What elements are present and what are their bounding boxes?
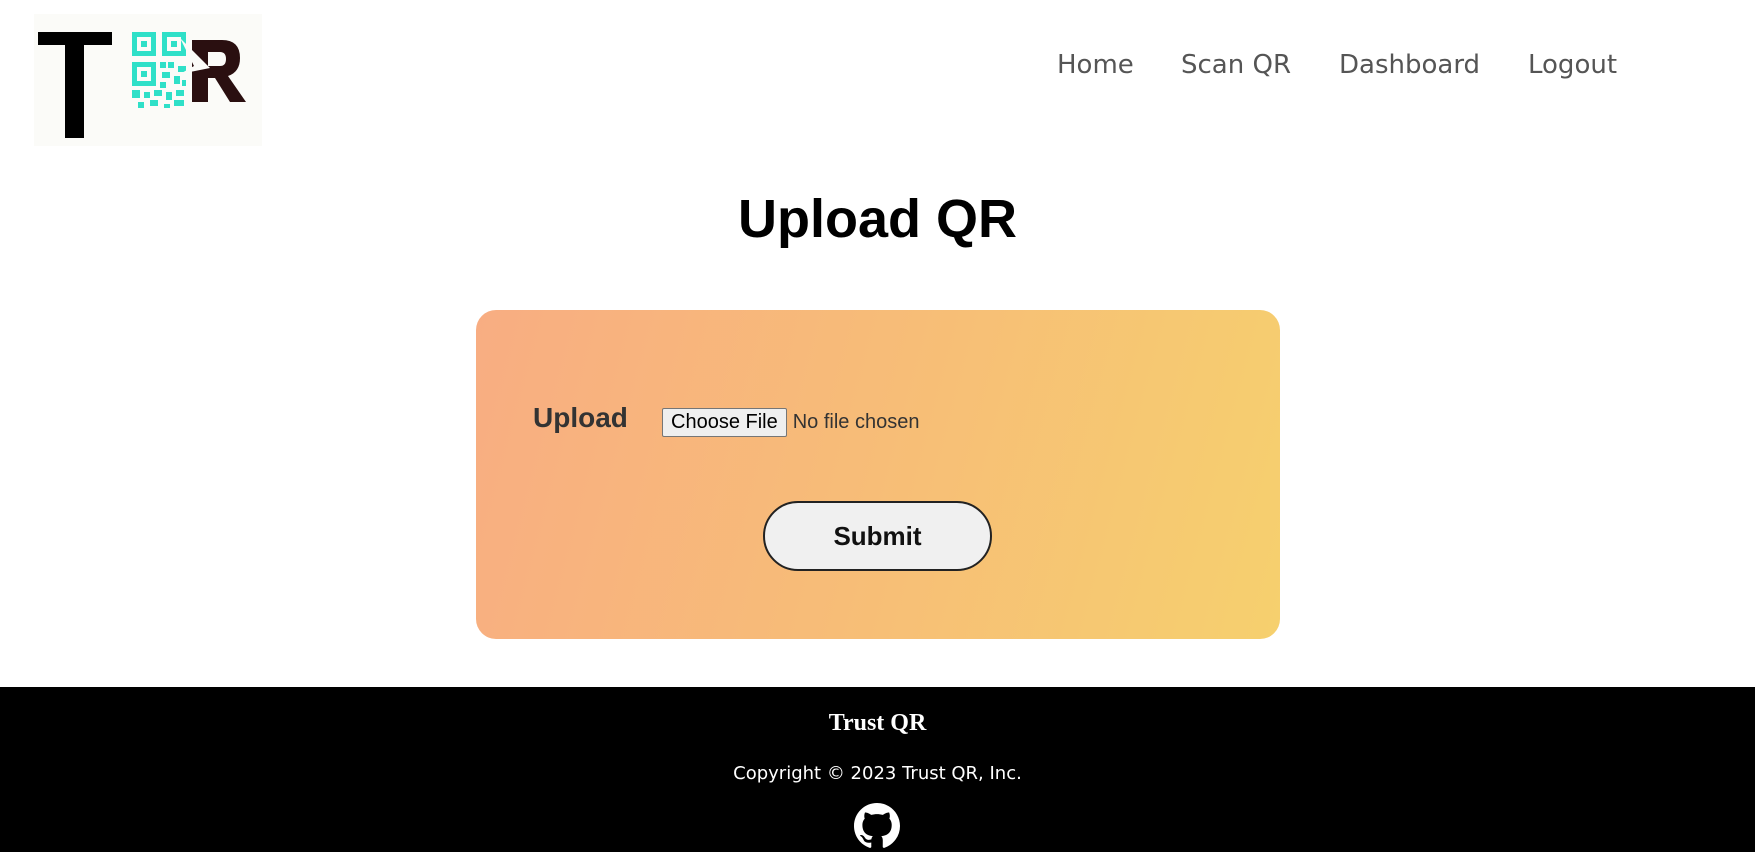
site-footer: Trust QR Copyright © 2023 Trust QR, Inc. (0, 687, 1755, 852)
main-nav: Home Scan QR Dashboard Logout (0, 50, 1755, 90)
footer-brand: Trust QR (828, 710, 927, 736)
nav-home-link[interactable]: Home (1057, 50, 1134, 80)
footer-copyright: Copyright © 2023 Trust QR, Inc. (733, 763, 1022, 784)
upload-form-card: Upload Choose File No file chosen Submit (476, 310, 1280, 639)
github-icon-graphic (854, 803, 900, 848)
submit-button[interactable]: Submit (763, 501, 992, 571)
github-icon[interactable] (854, 803, 900, 849)
nav-logout-link[interactable]: Logout (1528, 50, 1617, 80)
file-input[interactable]: Choose File No file chosen (662, 407, 919, 437)
nav-scan-qr-link[interactable]: Scan QR (1181, 50, 1291, 80)
page-title: Upload QR (738, 189, 1017, 249)
file-status-text: No file chosen (792, 410, 920, 433)
choose-file-button[interactable]: Choose File (662, 407, 787, 437)
upload-label: Upload (533, 402, 628, 433)
site-header: Home Scan QR Dashboard Logout (0, 0, 1755, 155)
nav-dashboard-link[interactable]: Dashboard (1339, 50, 1480, 80)
